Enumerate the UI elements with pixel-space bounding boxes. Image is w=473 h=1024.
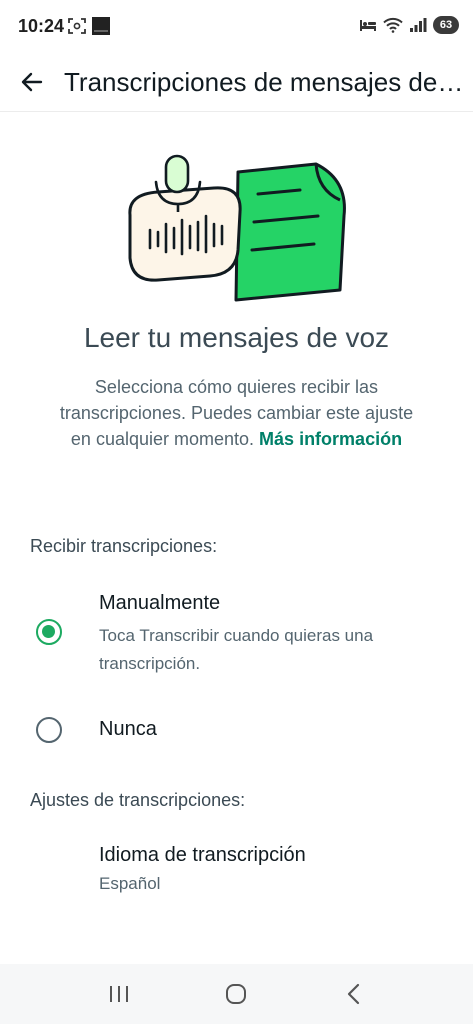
- option-manual-title: Manualmente: [99, 592, 221, 614]
- home-button[interactable]: [216, 974, 256, 1014]
- language-title: Idioma de transcripción: [99, 844, 306, 866]
- recents-button[interactable]: [99, 974, 139, 1014]
- system-nav-bar: [0, 964, 473, 1024]
- receive-section-label: Recibir transcripciones:: [30, 536, 218, 556]
- option-never-title: Nunca: [99, 718, 157, 740]
- home-icon: [226, 984, 247, 1004]
- voice-transcript-illustration: [128, 154, 346, 302]
- status-time: 10:24: [18, 16, 65, 36]
- radio-never[interactable]: [36, 717, 62, 743]
- status-bar: 10:24 63: [0, 0, 473, 54]
- wifi-icon: [383, 17, 403, 33]
- battery-icon: 63: [433, 16, 459, 34]
- option-manual-subtitle: Toca Transcribir cuando quieras una tran…: [99, 626, 374, 673]
- status-left-icons: [68, 17, 110, 35]
- bed-icon: [360, 20, 376, 31]
- back-button[interactable]: [14, 64, 50, 100]
- voice-bubble-shape: [128, 186, 242, 282]
- arrow-back-icon: [21, 72, 43, 92]
- option-never[interactable]: Nunca: [0, 706, 473, 752]
- page-title: Transcripciones de mensajes de voz: [64, 67, 464, 97]
- section-heading: Leer tu mensajes de voz: [83, 322, 390, 353]
- nav-back-button[interactable]: [334, 974, 374, 1014]
- settings-section-label: Ajustes de transcripciones:: [30, 790, 246, 810]
- language-setting-row[interactable]: Idioma de transcripción Español: [0, 836, 473, 902]
- language-value: Español: [99, 874, 161, 893]
- orange-app-icon: [92, 17, 110, 35]
- more-info-link[interactable]: Más información: [259, 429, 402, 449]
- status-right-icons: 63: [359, 16, 459, 34]
- description: Selecciona cómo quieres recibir las tran…: [50, 374, 423, 452]
- screenshot-icon: [68, 18, 86, 34]
- option-manual[interactable]: Manualmente Toca Transcribir cuando quie…: [0, 588, 473, 684]
- document-shape: [234, 162, 346, 302]
- recents-icon: [109, 986, 128, 1002]
- back-icon: [348, 983, 360, 1005]
- app-bar: Transcripciones de mensajes de voz: [0, 54, 473, 112]
- radio-manual[interactable]: [36, 619, 62, 645]
- signal-icon: [410, 18, 427, 32]
